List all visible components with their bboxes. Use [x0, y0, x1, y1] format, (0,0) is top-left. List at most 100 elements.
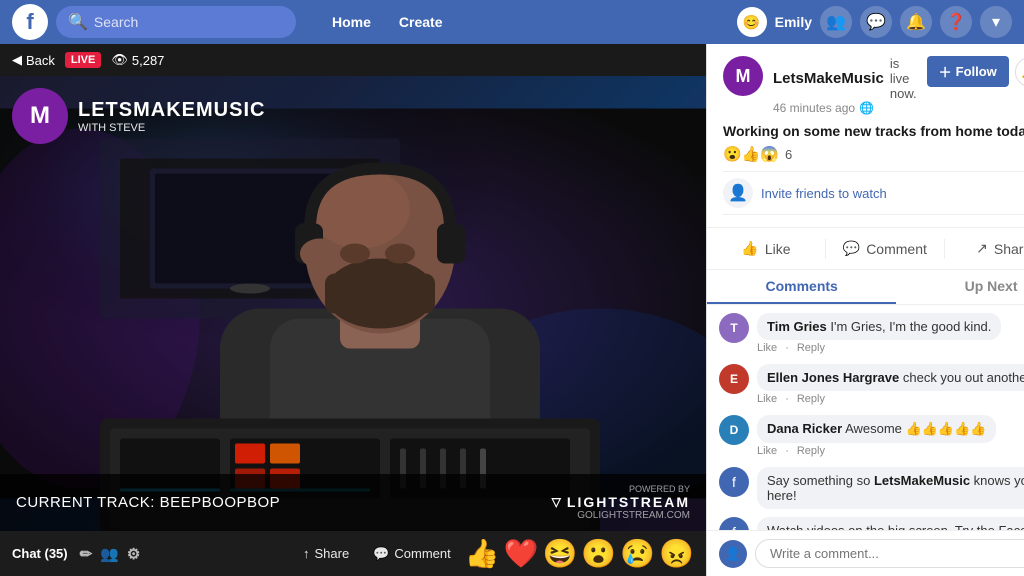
comment-item: T Tim Gries I'm Gries, I'm the good kind…	[719, 313, 1024, 354]
invite-row: 👤 Invite friends to watch	[723, 171, 1024, 215]
search-input[interactable]	[94, 14, 284, 30]
comment-action-label: Comment	[866, 241, 927, 257]
streamer-name[interactable]: LetsMakeMusic	[773, 70, 884, 87]
lightstream-url: GOLIGHTSTREAM.COM	[552, 510, 690, 521]
like-action-button[interactable]: 👍 Like	[707, 232, 825, 265]
comment-reply-action[interactable]: Reply	[797, 342, 825, 354]
comment-like-action[interactable]: Like	[757, 393, 777, 405]
comment-action-button[interactable]: 💬 Comment	[826, 232, 944, 265]
system-message-2: f Watch videos on the big screen. Try th…	[719, 517, 1024, 530]
comment-bubble: Tim Gries I'm Gries, I'm the good kind.	[757, 313, 1001, 340]
action-row: 👍 Like 💬 Comment ↗ Share ⇄	[707, 228, 1024, 270]
reactions-row: 😮👍😱 6	[723, 145, 1024, 163]
commenter-name[interactable]: Dana Ricker	[767, 421, 842, 436]
stream-branding: M LETSMAKEMUSIC WITH STEVE	[12, 88, 265, 144]
wow-emoji-button[interactable]: 😮	[581, 537, 616, 570]
brand-sub: WITH STEVE	[78, 122, 265, 134]
stream-time: 46 minutes ago 🌐	[773, 101, 917, 115]
right-panel: M LetsMakeMusic is live now. 46 minutes …	[706, 44, 1024, 576]
back-button[interactable]: ◀ Back	[12, 52, 55, 68]
current-track-label: CURRENT TRACK:	[16, 494, 155, 511]
live-status-text: is live now.	[890, 56, 917, 101]
video-background: M LETSMAKEMUSIC WITH STEVE CURRENT TRACK…	[0, 76, 706, 531]
current-track-name: BEEPBOOPBOP	[160, 494, 281, 511]
comment-button[interactable]: 💬 Comment	[363, 542, 461, 566]
chat-icons: ✏ 👥 ⚙	[80, 545, 141, 563]
commenter-name[interactable]: Ellen Jones Hargrave	[767, 370, 899, 385]
track-info: CURRENT TRACK: BEEPBOOPBOP	[16, 494, 280, 511]
comment-content: Ellen Jones Hargrave check you out anoth…	[757, 364, 1024, 405]
comment-input[interactable]	[755, 539, 1024, 568]
brand-text: LETSMAKEMUSIC WITH STEVE	[78, 99, 265, 134]
sad-emoji-button[interactable]: 😢	[620, 537, 655, 570]
chat-label: Chat (35) ✏ 👥 ⚙	[12, 545, 140, 563]
share-action-icon: ↗	[976, 240, 988, 257]
like-emoji-button[interactable]: 👍	[465, 537, 500, 570]
comment-like-action[interactable]: Like	[757, 342, 777, 354]
system-bubble: Say something so LetsMakeMusic knows you…	[757, 467, 1024, 509]
heart-emoji-button[interactable]: ❤️	[504, 537, 539, 570]
haha-emoji-button[interactable]: 😆	[543, 537, 578, 570]
people-icon[interactable]: 👥	[820, 6, 852, 38]
notification-bell-button[interactable]: 🔔	[1015, 57, 1024, 87]
comment-input-avatar: 👤	[719, 540, 747, 568]
comment-text: check you out another time	[903, 370, 1024, 385]
add-people-icon[interactable]: 👥	[100, 545, 119, 563]
back-label: Back	[26, 53, 55, 68]
nav-home[interactable]: Home	[320, 8, 383, 36]
lightstream-name: ▽ LIGHTSTREAM	[552, 494, 690, 510]
share-icon: ↑	[303, 546, 310, 561]
messenger-icon[interactable]: 💬	[860, 6, 892, 38]
reaction-icons: 😮👍😱	[723, 145, 779, 163]
settings-icon[interactable]: ⚙	[127, 545, 140, 563]
comment-reply-action[interactable]: Reply	[797, 393, 825, 405]
share-button[interactable]: ↑ Share	[293, 542, 359, 565]
highlight-name: LetsMakeMusic	[874, 473, 970, 488]
comment-reply-action[interactable]: Reply	[797, 445, 825, 457]
current-track-bar: CURRENT TRACK: BEEPBOOPBOP POWERED BY ▽ …	[0, 474, 706, 531]
stream-description: Working on some new tracks from home tod…	[723, 123, 1024, 139]
user-name: Emily	[775, 14, 812, 30]
comment-input-row: 👤 🙂	[707, 530, 1024, 576]
right-panel-header: M LetsMakeMusic is live now. 46 minutes …	[707, 44, 1024, 228]
comments-area[interactable]: T Tim Gries I'm Gries, I'm the good kind…	[707, 305, 1024, 530]
comment-bubble: Ellen Jones Hargrave check you out anoth…	[757, 364, 1024, 391]
system-bubble-2: Watch videos on the big screen. Try the …	[757, 517, 1024, 530]
comment-content: Dana Ricker Awesome 👍👍👍👍👍 Like · Reply	[757, 415, 996, 457]
commenter-avatar: D	[719, 415, 749, 445]
top-nav: f 🔍 Home Create 😊 Emily 👥 💬 🔔 ❓ ▾	[0, 0, 1024, 44]
comment-text: I'm Gries, I'm the good kind.	[830, 319, 991, 334]
comment-text: Awesome 👍👍👍👍👍	[845, 421, 986, 436]
help-icon[interactable]: ❓	[940, 6, 972, 38]
lightstream-logo: POWERED BY ▽ LIGHTSTREAM GOLIGHTSTREAM.C…	[552, 484, 690, 521]
facebook-logo: f	[12, 4, 48, 40]
streamer-avatar: M	[723, 56, 763, 96]
invite-text[interactable]: Invite friends to watch	[761, 186, 887, 201]
angry-emoji-button[interactable]: 😠	[659, 537, 694, 570]
back-icon: ◀	[12, 52, 22, 68]
tab-comments[interactable]: Comments	[707, 270, 896, 304]
bell-icon[interactable]: 🔔	[900, 6, 932, 38]
like-action-icon: 👍	[741, 240, 758, 257]
nav-create[interactable]: Create	[387, 8, 455, 36]
share-action-label: Share	[994, 241, 1024, 257]
video-area: M LETSMAKEMUSIC WITH STEVE CURRENT TRACK…	[0, 76, 706, 531]
comment-content: Tim Gries I'm Gries, I'm the good kind. …	[757, 313, 1001, 354]
comment-item: D Dana Ricker Awesome 👍👍👍👍👍 Like · Reply	[719, 415, 1024, 457]
live-badge: LIVE	[65, 52, 101, 68]
commenter-name[interactable]: Tim Gries	[767, 319, 827, 334]
streamer-info: M LetsMakeMusic is live now. 46 minutes …	[723, 56, 1024, 115]
comment-like-action[interactable]: Like	[757, 445, 777, 457]
share-action-button[interactable]: ↗ Share	[945, 232, 1024, 265]
edit-icon[interactable]: ✏	[80, 545, 93, 563]
system-icon: f	[719, 467, 749, 497]
streamer-name-row: LetsMakeMusic is live now.	[773, 56, 917, 101]
chevron-down-icon[interactable]: ▾	[980, 6, 1012, 38]
tab-up-next[interactable]: Up Next	[896, 270, 1024, 304]
follow-button[interactable]: ＋ Follow	[927, 56, 1009, 87]
avatar[interactable]: 😊	[737, 7, 767, 37]
search-box[interactable]: 🔍	[56, 6, 296, 38]
main-layout: ◀ Back LIVE 👁 5,287	[0, 44, 1024, 576]
comment-item: E Ellen Jones Hargrave check you out ano…	[719, 364, 1024, 405]
ls-triangle-icon: ▽	[552, 495, 563, 509]
